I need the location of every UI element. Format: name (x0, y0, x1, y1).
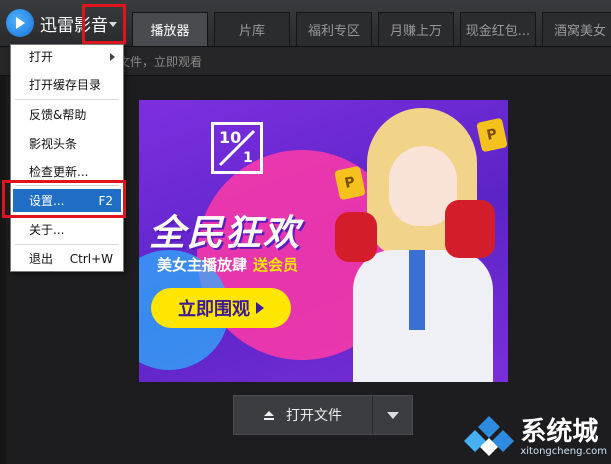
banner-cta-label: 立即围观 (178, 299, 250, 320)
menu-separator (15, 244, 119, 245)
title-bar: 迅雷影音 播放器 片库 福利专区 月赚上万 现金红包... 酒窝美女 (0, 0, 611, 47)
chevron-down-icon (109, 21, 117, 27)
highlight-frame (2, 180, 126, 218)
menu-item-video-headlines[interactable]: 影视头条 (13, 132, 121, 155)
eject-icon (264, 410, 274, 420)
open-file-split-button: 打开文件 (233, 395, 413, 435)
main-menu-dropdown: 打开 打开缓存目录 反馈&帮助 影视头条 检查更新... 设置... F2 关于… (10, 44, 124, 272)
watermark-en: xitongcheng.com (520, 445, 607, 457)
menu-separator (15, 99, 119, 100)
model-glove-left (335, 212, 377, 262)
tab-red-packet[interactable]: 现金红包... (460, 12, 536, 46)
chevron-down-icon (387, 411, 399, 419)
tab-player[interactable]: 播放器 (132, 12, 208, 46)
play-triangle-icon (256, 302, 264, 314)
watermark-cn: 系统城 (520, 416, 599, 447)
menu-item-label: 退出 (29, 252, 54, 266)
menu-item-open[interactable]: 打开 (13, 45, 121, 68)
main-menu-button[interactable] (82, 4, 126, 44)
model-glove-right (445, 200, 495, 258)
banner-slogan: 全民狂欢 (149, 213, 302, 254)
watermark-logo-icon (464, 416, 515, 456)
tab-bar: 播放器 片库 福利专区 月赚上万 现金红包... 酒窝美女 (132, 12, 611, 46)
open-file-label: 打开文件 (286, 408, 342, 424)
banner-subslogan-text: 美女主播放肆 (157, 256, 248, 274)
badge-slash-icon (218, 129, 256, 167)
submenu-arrow-icon (110, 52, 115, 61)
menu-item-label: 打开缓存目录 (29, 78, 102, 92)
menu-item-label: 影视头条 (29, 137, 78, 151)
coin-icon: P (476, 117, 508, 153)
menu-item-label: 反馈&帮助 (29, 108, 87, 122)
watermark: 系统城 xitongcheng.com (462, 414, 607, 460)
tab-earn[interactable]: 月赚上万 (378, 12, 454, 46)
open-file-button[interactable]: 打开文件 (234, 396, 372, 434)
open-hint-text: 文件，立即观看 (118, 55, 203, 69)
tab-welfare[interactable]: 福利专区 (296, 12, 372, 46)
banner-subslogan-highlight: 送会员 (253, 256, 299, 274)
banner-subslogan: 美女主播放肆 送会员 (157, 254, 298, 275)
menu-item-open-cache-dir[interactable]: 打开缓存目录 (13, 73, 121, 96)
open-file-dropdown-button[interactable] (373, 396, 413, 434)
banner-cta-button[interactable]: 立即围观 (151, 288, 291, 328)
ad-banner[interactable]: 10 1 P P 全民狂欢 美女主播放肆 送会员 立即围观 (139, 100, 508, 382)
menu-item-feedback-help[interactable]: 反馈&帮助 (13, 103, 121, 126)
menu-item-label: 关于... (29, 223, 65, 237)
menu-item-exit[interactable]: 退出 Ctrl+W (13, 247, 121, 270)
tab-library[interactable]: 片库 (214, 12, 290, 46)
menu-item-label: 打开 (29, 50, 54, 64)
left-edge (0, 76, 6, 464)
menu-item-about[interactable]: 关于... (13, 218, 121, 241)
tab-beauty[interactable]: 酒窝美女 (542, 12, 611, 46)
menu-item-label: 检查更新... (29, 165, 89, 179)
xunlei-logo-icon (6, 9, 34, 37)
menu-item-shortcut: Ctrl+W (69, 251, 113, 266)
model-tie (409, 250, 425, 330)
watermark-text: 系统城 xitongcheng.com (520, 418, 607, 457)
